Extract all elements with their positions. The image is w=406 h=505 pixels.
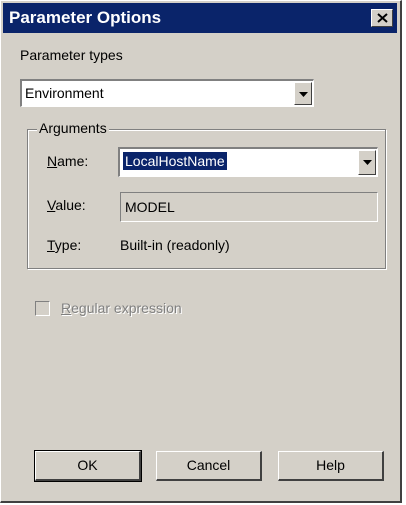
title-bar[interactable]: Parameter Options <box>3 3 397 33</box>
close-button[interactable] <box>371 9 393 27</box>
ok-button[interactable]: OK <box>34 450 142 482</box>
dialog-title: Parameter Options <box>9 8 162 27</box>
regular-expression-checkbox[interactable] <box>35 301 50 316</box>
type-label: Type: <box>47 237 82 253</box>
name-value: LocalHostName <box>123 152 227 170</box>
name-label: Name: <box>47 153 89 169</box>
parameter-types-label: Parameter types <box>20 47 123 63</box>
value-field-text: MODEL <box>125 199 175 215</box>
parameter-types-dropdown-button[interactable] <box>294 82 312 105</box>
name-dropdown-button[interactable] <box>358 150 376 175</box>
value-label: Value: <box>47 197 86 213</box>
close-icon <box>377 13 388 23</box>
cancel-button[interactable]: Cancel <box>156 451 262 481</box>
parameter-options-dialog: Parameter Options Parameter types Enviro… <box>0 0 402 503</box>
arguments-group-title: Arguments <box>37 120 109 136</box>
value-field[interactable]: MODEL <box>120 192 378 222</box>
chevron-down-icon <box>299 92 308 97</box>
regular-expression-label: Regular expression <box>61 300 182 316</box>
type-value: Built-in (readonly) <box>120 237 230 253</box>
name-dropdown[interactable]: LocalHostName <box>118 147 378 177</box>
parameter-types-value: Environment <box>25 85 104 101</box>
help-button[interactable]: Help <box>278 451 384 481</box>
parameter-types-dropdown[interactable]: Environment <box>20 79 314 107</box>
chevron-down-icon <box>363 160 372 165</box>
